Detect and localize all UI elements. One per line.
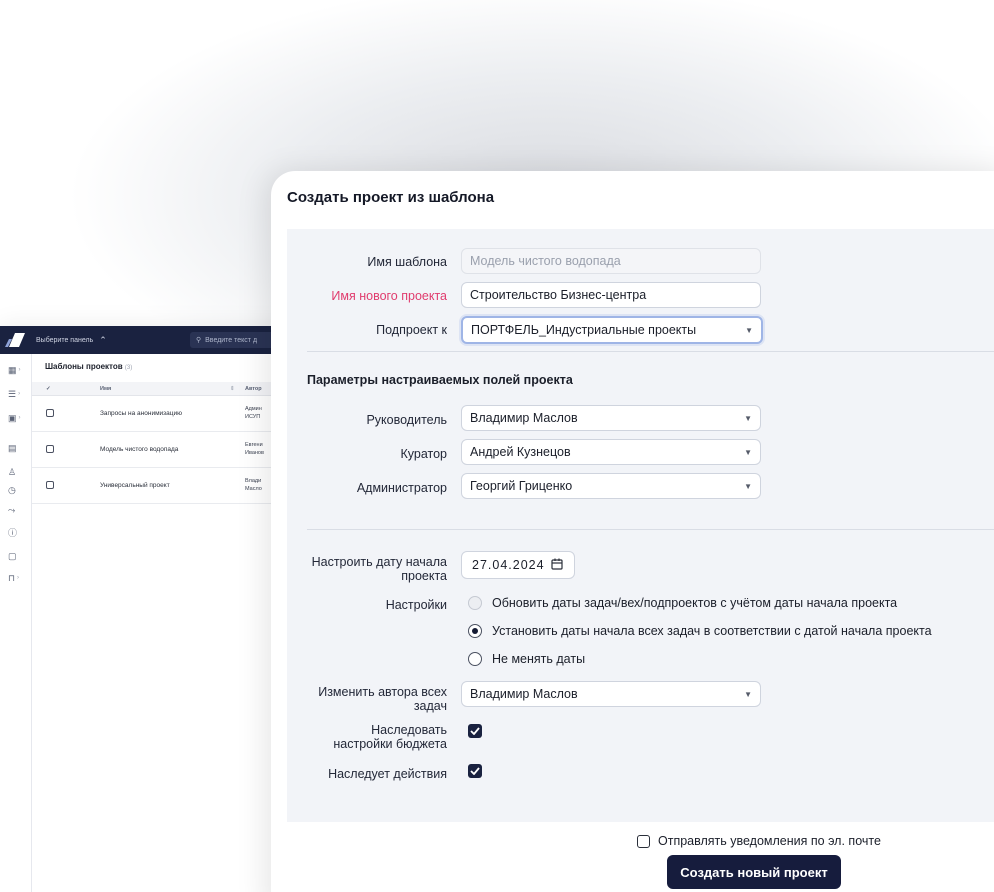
- radio-button[interactable]: [468, 596, 482, 610]
- panel-select[interactable]: Выберите панель ⌃: [36, 335, 107, 346]
- dropdown-caret-icon: ▼: [745, 326, 753, 335]
- background-app-window: Выберите панель ⌃ ⚲ Введите текст д ▦ › ☰…: [0, 326, 300, 892]
- subproject-select[interactable]: ПОРТФЕЛЬ_Индустриальные проекты ▼: [461, 316, 763, 344]
- checkmark-icon: [470, 767, 480, 775]
- curator-select[interactable]: Андрей Кузнецов ▼: [461, 439, 761, 465]
- sidebar-clock-icon[interactable]: ◷: [8, 484, 26, 496]
- settings-option-set-start-dates[interactable]: Установить даты начала всех задач в соот…: [468, 624, 932, 638]
- email-notify-option[interactable]: Отправлять уведомления по эл. почте: [637, 834, 881, 848]
- inherit-actions-label: Наследует действия: [328, 767, 447, 781]
- sidebar-board-icon[interactable]: ▤: [8, 442, 26, 454]
- manager-label: Руководитель: [366, 413, 447, 427]
- row-name[interactable]: Универсальный проект: [100, 482, 170, 489]
- custom-fields-title: Параметры настраиваемых полей проекта: [307, 373, 573, 387]
- dropdown-caret-icon: ▼: [744, 448, 752, 457]
- radio-button-selected[interactable]: [468, 624, 482, 638]
- create-project-dialog: Создать проект из шаблона Имя шаблона Мо…: [271, 171, 994, 892]
- email-notify-checkbox[interactable]: [637, 834, 650, 848]
- app-topbar: Выберите панель ⌃ ⚲ Введите текст д: [0, 326, 300, 354]
- search-icon: ⚲: [196, 337, 202, 344]
- sidebar-user-icon[interactable]: ♙: [8, 466, 26, 478]
- dialog-title: Создать проект из шаблона: [287, 189, 495, 206]
- radio-button[interactable]: [468, 652, 482, 666]
- inherit-actions-checkbox[interactable]: [468, 764, 482, 778]
- settings-option-keep-dates[interactable]: Не менять даты: [468, 652, 585, 666]
- manager-value: Владимир Маслов: [470, 411, 578, 425]
- change-author-select[interactable]: Владимир Маслов ▼: [461, 681, 761, 707]
- email-notify-label: Отправлять уведомления по эл. почте: [658, 834, 881, 848]
- search-placeholder: Введите текст д: [205, 336, 258, 344]
- change-author-label: Изменить автора всех задач: [318, 685, 447, 713]
- settings-label: Настройки: [385, 598, 447, 612]
- template-list-title: Шаблоны проектов (3): [45, 362, 132, 371]
- dropdown-caret-icon: ▼: [744, 414, 752, 423]
- sidebar-flow-icon[interactable]: ⤳: [8, 504, 26, 516]
- sidebar-list-icon[interactable]: ☰ ›: [8, 388, 26, 400]
- new-project-name-input[interactable]: Строительство Бизнес-центра: [461, 282, 761, 308]
- row-checkbox[interactable]: [46, 409, 54, 417]
- settings-option-label: Обновить даты задач/вех/подпроектов с уч…: [492, 596, 898, 610]
- divider: [307, 351, 994, 352]
- admin-label: Администратор: [356, 481, 447, 495]
- dialog-form: Имя шаблона Модель чистого водопада Имя …: [287, 229, 994, 822]
- subproject-label: Подпроект к: [376, 323, 447, 337]
- row-checkbox[interactable]: [46, 481, 54, 489]
- change-author-value: Владимир Маслов: [470, 687, 578, 701]
- create-project-button[interactable]: Создать новый проект: [667, 855, 841, 889]
- dropdown-caret-icon: ▼: [744, 482, 752, 491]
- panel-select-label: Выберите панель: [36, 336, 94, 344]
- sidebar-lock-icon[interactable]: ⊓ ›: [8, 572, 26, 584]
- curator-label: Куратор: [400, 447, 447, 461]
- template-name-value: Модель чистого водопада: [470, 254, 621, 268]
- header-check-icon: ✓: [46, 386, 51, 392]
- sidebar-dashboard-icon[interactable]: ▦ ›: [8, 364, 26, 376]
- template-name-field: Модель чистого водопада: [461, 248, 761, 274]
- manager-select[interactable]: Владимир Маслов ▼: [461, 405, 761, 431]
- admin-select[interactable]: Георгий Гриценко ▼: [461, 473, 761, 499]
- template-table-header: ✓ Имя ⇕ Автор: [32, 382, 300, 396]
- start-date-input[interactable]: 27.04.2024: [461, 551, 575, 579]
- settings-option-label: Не менять даты: [492, 652, 586, 666]
- header-name[interactable]: Имя: [100, 386, 111, 392]
- row-author: Евгени Иванов: [245, 442, 264, 456]
- admin-value: Георгий Гриценко: [470, 479, 573, 493]
- table-row[interactable]: Универсальный проект Влади Масло: [32, 468, 300, 504]
- template-list-count: (3): [124, 365, 133, 371]
- table-row[interactable]: Запросы на анонимизацию Админ ИСУП: [32, 396, 300, 432]
- app-logo-icon: [0, 326, 30, 354]
- sort-icon[interactable]: ⇕: [230, 386, 235, 392]
- dropdown-caret-icon: ▼: [744, 690, 752, 699]
- new-project-name-label: Имя нового проекта: [331, 289, 447, 303]
- start-date-label: Настроить дату начала проекта: [311, 555, 447, 583]
- template-list-title-text: Шаблоны проектов: [45, 362, 123, 371]
- row-name[interactable]: Запросы на анонимизацию: [100, 410, 182, 417]
- settings-option-update-dates[interactable]: Обновить даты задач/вех/подпроектов с уч…: [468, 596, 897, 610]
- header-author[interactable]: Автор: [245, 386, 262, 392]
- row-checkbox[interactable]: [46, 445, 54, 453]
- app-sidebar: ▦ › ☰ › ▣ › ▤ ♙ ◷ ⤳ ⓘ ▢ ⊓ ›: [0, 354, 32, 892]
- subproject-value: ПОРТФЕЛЬ_Индустриальные проекты: [471, 323, 697, 337]
- row-author: Влади Масло: [245, 478, 262, 492]
- inherit-budget-label: Наследовать настройки бюджета: [333, 723, 447, 751]
- new-project-name-value: Строительство Бизнес-центра: [470, 288, 647, 302]
- calendar-icon[interactable]: [550, 558, 563, 573]
- row-author: Админ ИСУП: [245, 406, 262, 420]
- settings-option-label: Установить даты начала всех задач в соот…: [492, 624, 932, 638]
- row-name[interactable]: Модель чистого водопада: [100, 446, 178, 453]
- updown-chevron-icon: ⌃: [99, 334, 107, 345]
- curator-value: Андрей Кузнецов: [470, 445, 571, 459]
- sidebar-info-icon[interactable]: ⓘ: [8, 526, 26, 538]
- sidebar-archive-icon[interactable]: ▢: [8, 550, 26, 562]
- sidebar-calendar-icon[interactable]: ▣ ›: [8, 412, 26, 424]
- checkmark-icon: [470, 727, 480, 735]
- start-date-value: 27.04.2024: [472, 558, 545, 572]
- template-name-label: Имя шаблона: [367, 255, 447, 269]
- table-row[interactable]: Модель чистого водопада Евгени Иванов: [32, 432, 300, 468]
- inherit-budget-checkbox[interactable]: [468, 724, 482, 738]
- divider: [307, 529, 994, 530]
